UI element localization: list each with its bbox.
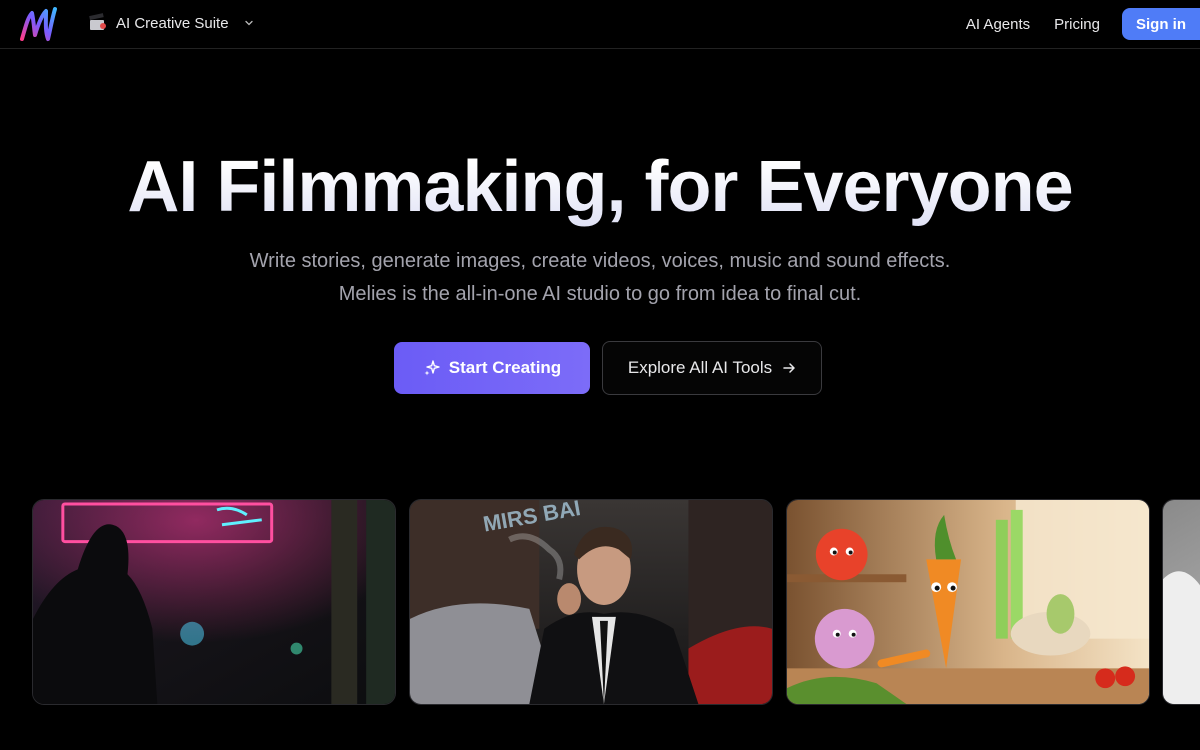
explore-ai-tools-button[interactable]: Explore All AI Tools	[602, 341, 822, 395]
creative-suite-label: AI Creative Suite	[116, 14, 229, 32]
start-creating-button[interactable]: Start Creating	[394, 342, 590, 394]
chevron-down-icon	[244, 20, 253, 26]
nav-link-pricing[interactable]: Pricing	[1054, 16, 1100, 33]
neon-street-image	[33, 500, 395, 704]
hero-subtitle-line-2: Melies is the all-in-one AI studio to go…	[338, 283, 862, 305]
showcase-gallery: MIRS BAI	[0, 499, 1200, 705]
cartoon-vegetables-image	[787, 500, 1149, 704]
top-navbar: AI Creative Suite AI Agents Pricing Sign…	[0, 0, 1200, 49]
hero-title: AI Filmmaking, for Everyone	[0, 146, 1200, 228]
explore-ai-tools-label: Explore All AI Tools	[627, 358, 773, 377]
nav-link-ai-agents[interactable]: AI Agents	[966, 16, 1030, 33]
gallery-card-cartoon-vegetables[interactable]	[786, 499, 1150, 705]
grayscale-image	[1163, 500, 1200, 704]
creative-suite-dropdown[interactable]: AI Creative Suite	[88, 11, 255, 35]
start-creating-label: Start Creating	[448, 358, 562, 377]
clapperboard-icon	[89, 13, 106, 30]
arrow-right-icon	[783, 363, 795, 373]
gallery-card-man-convertible[interactable]: MIRS BAI	[409, 499, 773, 705]
hero-subtitle-line-1: Write stories, generate images, create v…	[249, 250, 951, 272]
sparkles-icon	[424, 360, 440, 376]
gallery-card-grayscale[interactable]	[1162, 499, 1200, 705]
man-smoking-image: MIRS BAI	[410, 500, 772, 704]
melies-logo-icon[interactable]	[18, 5, 58, 45]
gallery-card-neon-street[interactable]	[32, 499, 396, 705]
sign-in-button[interactable]: Sign in	[1122, 8, 1200, 40]
